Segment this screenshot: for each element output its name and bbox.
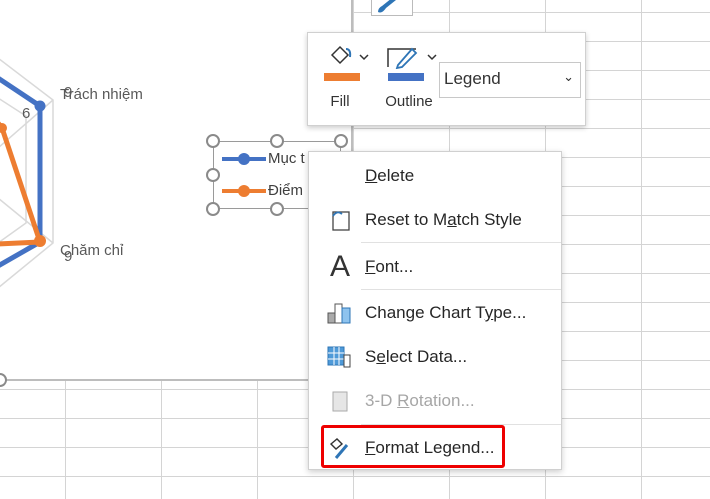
menu-item-change-chart-type[interactable]: Change Chart Type...	[309, 293, 561, 333]
legend-resize-handle[interactable]	[334, 134, 348, 148]
legend-resize-handle[interactable]	[270, 134, 284, 148]
legend-item-diem[interactable]: Điểm	[222, 182, 303, 199]
tick-label: 9	[64, 84, 73, 101]
menu-item-select-data[interactable]: Select Data...	[309, 337, 561, 377]
series-diem-point	[0, 123, 7, 133]
outline-button[interactable]: Outline	[380, 43, 438, 110]
menu-separator	[361, 289, 561, 290]
menu-label: Select Data...	[365, 347, 468, 366]
context-menu: Delete Reset to Match Style A Font... Ch…	[308, 151, 562, 470]
legend-resize-handle[interactable]	[206, 168, 220, 182]
tick-label: 6	[22, 105, 31, 122]
legend-resize-handle[interactable]	[206, 202, 220, 216]
legend-label: Mục t	[268, 150, 305, 167]
legend-marker-blue	[222, 152, 266, 165]
series-diem-point	[34, 235, 46, 247]
legend-resize-handle[interactable]	[270, 202, 284, 216]
legend-item-muc-tieu[interactable]: Mục t	[222, 150, 305, 167]
menu-label: Delete	[365, 166, 415, 185]
reset-style-icon	[327, 207, 353, 233]
outline-color-swatch	[388, 73, 424, 81]
outline-label: Outline	[385, 93, 433, 110]
bar-chart-icon	[327, 300, 353, 326]
legend-label: Điểm	[268, 182, 304, 199]
highlight-box	[321, 425, 505, 468]
series-muc-tieu-point	[34, 100, 46, 112]
menu-label: Font...	[365, 257, 414, 276]
mini-toolbar: Fill Outline Legend ⌄	[307, 32, 586, 126]
radar-gridline	[0, 78, 41, 268]
font-icon: A	[329, 250, 350, 283]
chart-styles-button[interactable]	[371, 0, 413, 16]
menu-label: Change Chart Type...	[365, 303, 527, 322]
menu-separator	[361, 242, 561, 243]
menu-item-reset-to-match-style[interactable]: Reset to Match Style	[309, 200, 561, 240]
fill-label: Fill	[330, 93, 350, 110]
menu-label: 3-D Rotation...	[365, 391, 475, 410]
series-diem-line	[0, 121, 44, 247]
tick-label: 9	[64, 248, 73, 265]
chart-element-select[interactable]: Legend ⌄	[439, 62, 581, 98]
chart-element-value: Legend	[444, 69, 501, 88]
legend-marker-orange	[222, 184, 266, 197]
fill-button[interactable]: Fill	[322, 43, 372, 110]
menu-item-3d-rotation: 3-D Rotation...	[309, 381, 561, 421]
pen-outline-icon	[387, 47, 437, 70]
axis-label-trach-nhiem: Trách nhiệm	[60, 86, 143, 103]
brush-icon	[378, 0, 396, 13]
menu-item-font[interactable]: A Font...	[309, 247, 561, 287]
legend-resize-handle[interactable]	[206, 134, 220, 148]
fill-color-swatch	[324, 73, 360, 81]
chevron-down-icon: ⌄	[563, 69, 574, 84]
menu-label: Reset to Match Style	[365, 210, 522, 229]
paint-bucket-icon	[330, 45, 369, 65]
menu-item-delete[interactable]: Delete	[309, 156, 561, 196]
3d-rotation-icon	[327, 388, 353, 414]
select-data-icon	[327, 344, 353, 370]
